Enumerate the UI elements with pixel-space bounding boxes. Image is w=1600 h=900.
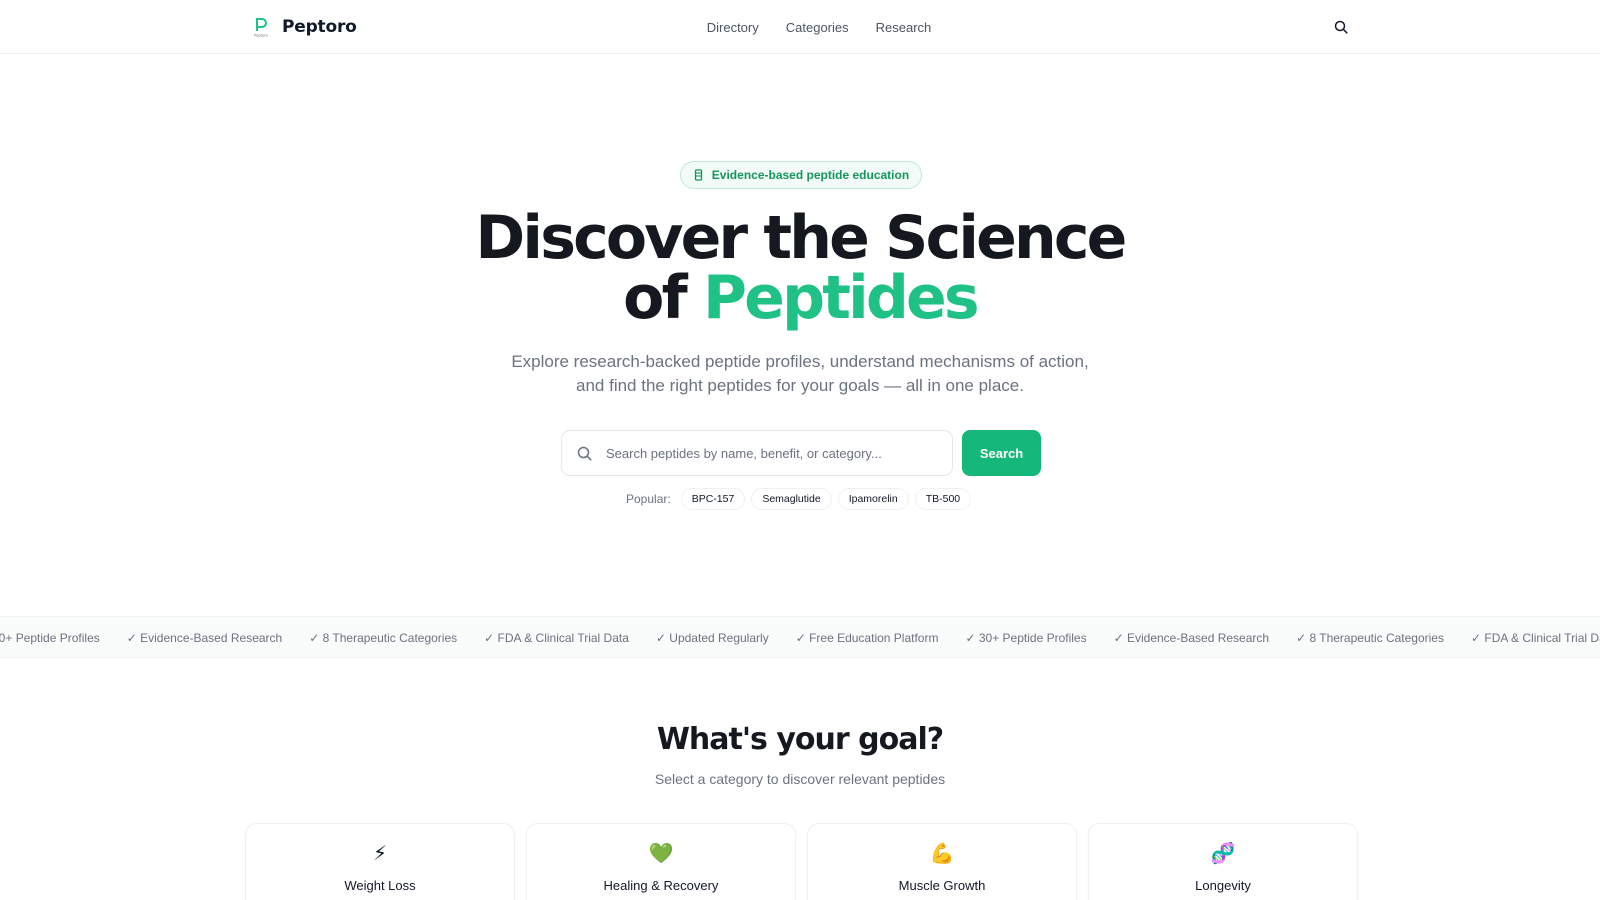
brand-logo[interactable]: Peptoro Peptoro — [250, 14, 357, 40]
popular-chip-bpc-157[interactable]: BPC-157 — [680, 488, 746, 510]
logo-small-text: Peptoro — [254, 34, 268, 38]
goal-card-weight-loss[interactable]: ⚡ Weight Loss — [245, 823, 515, 900]
popular-chip-tb-500[interactable]: TB-500 — [914, 488, 972, 510]
goal-label: Healing & Recovery — [603, 878, 719, 893]
headline-accent: Peptides — [703, 263, 980, 333]
lightning-icon: ⚡ — [372, 843, 388, 865]
green-heart-icon: 💚 — [648, 843, 674, 865]
goal-card-healing-recovery[interactable]: 💚 Healing & Recovery — [526, 823, 796, 900]
goal-label: Muscle Growth — [898, 878, 986, 893]
hero-subtitle: Explore research-backed peptide profiles… — [0, 350, 1600, 398]
hero-search-button[interactable]: Search — [962, 430, 1041, 476]
subtitle-line-2: and find the right peptides for your goa… — [576, 376, 1024, 395]
hero-badge-text: Evidence-based peptide education — [711, 168, 910, 182]
main-nav: Directory Categories Research — [0, 0, 1600, 54]
site-header: Peptoro Peptoro Directory Categories Res… — [0, 0, 1600, 54]
ticker-item: ✓ FDA & Clinical Trial Data — [484, 631, 629, 645]
ticker-item: ✓ 8 Therapeutic Categories — [1296, 631, 1444, 645]
nav-categories[interactable]: Categories — [786, 20, 849, 35]
popular-label: Popular: — [626, 492, 671, 506]
search-icon — [1334, 20, 1348, 34]
hero-search-input[interactable] — [606, 431, 952, 475]
goal-card-longevity[interactable]: 🧬 Longevity — [1088, 823, 1358, 900]
feature-ticker: 30+ Peptide Profiles ✓ Evidence-Based Re… — [0, 616, 1600, 658]
ticker-item: 30+ Peptide Profiles — [0, 631, 100, 645]
peptoro-logo-icon: Peptoro — [250, 16, 272, 38]
nav-directory[interactable]: Directory — [707, 20, 759, 35]
goals-subtitle: Select a category to discover relevant p… — [654, 771, 946, 787]
flexed-biceps-icon: 💪 — [929, 843, 955, 865]
ticker-track: 30+ Peptide Profiles ✓ Evidence-Based Re… — [0, 617, 1600, 657]
hero-headline: Discover the Science of Peptides — [0, 208, 1600, 328]
ticker-item: ✓ 30+ Peptide Profiles — [965, 631, 1087, 645]
subtitle-line-1: Explore research-backed peptide profiles… — [511, 352, 1089, 371]
popular-chip-semaglutide[interactable]: Semaglutide — [751, 488, 832, 510]
goal-card-muscle-growth[interactable]: 💪 Muscle Growth — [807, 823, 1077, 900]
hero-badge: Evidence-based peptide education — [680, 161, 922, 189]
dna-icon: 🧬 — [1210, 843, 1236, 865]
headline-of: of — [623, 263, 688, 333]
ticker-item: ✓ Updated Regularly — [655, 631, 769, 645]
hero-search-box — [561, 430, 953, 476]
header-search-button[interactable] — [1330, 16, 1352, 38]
ticker-item: ✓ 8 Therapeutic Categories — [309, 631, 458, 645]
nav-research[interactable]: Research — [876, 20, 932, 35]
goal-label: Weight Loss — [344, 878, 416, 893]
popular-searches: Popular: BPC-157 Semaglutide Ipamorelin … — [626, 488, 972, 510]
ticker-item: ✓ Evidence-Based Research — [1113, 631, 1270, 645]
popular-chip-ipamorelin[interactable]: Ipamorelin — [837, 488, 909, 510]
brand-name: Peptoro — [282, 17, 357, 37]
goal-label: Longevity — [1195, 878, 1251, 893]
ticker-item: ✓ Free Education Platform — [795, 631, 939, 645]
ticker-item: ✓ Evidence-Based Research — [126, 631, 283, 645]
search-icon — [562, 446, 606, 461]
ticker-item: ✓ FDA & Clinical Trial Data — [1470, 631, 1600, 645]
flask-icon — [694, 169, 702, 181]
goals-title: What's your goal? — [656, 722, 944, 757]
